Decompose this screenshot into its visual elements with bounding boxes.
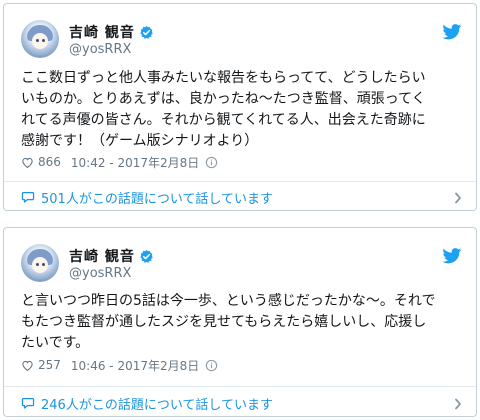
- chevron-right-icon[interactable]: [454, 192, 462, 204]
- tweet-timestamp[interactable]: 10:42 - 2017年2月8日: [71, 154, 199, 171]
- conversation-count[interactable]: 501人がこの話題について話しています: [41, 188, 273, 207]
- conversation-link[interactable]: 501人がこの話題について話しています: [21, 188, 273, 207]
- twitter-bird-icon[interactable]: [442, 248, 462, 264]
- like-count[interactable]: 257: [38, 358, 61, 372]
- tweet-card[interactable]: 吉崎 観音 @yosRRX ここ数日ずっと他人事みたいな報告をもらってて、どうし…: [3, 3, 477, 211]
- verified-badge-icon: [140, 249, 153, 263]
- tweet-text: ここ数日ずっと他人事みたいな報告をもらってて、どうしたらい いものか。とりあえず…: [21, 70, 426, 149]
- heart-icon[interactable]: [21, 156, 34, 169]
- divider: [4, 386, 476, 387]
- conversation-count[interactable]: 246人がこの話題について話しています: [41, 394, 273, 413]
- tweet-meta: 866 10:42 - 2017年2月8日: [21, 154, 218, 170]
- user-handle[interactable]: @yosRRX: [69, 42, 131, 57]
- display-name[interactable]: 吉崎 観音: [69, 246, 135, 266]
- tweet-header: 吉崎 観音 @yosRRX: [21, 20, 476, 68]
- info-icon[interactable]: [205, 359, 218, 372]
- info-icon[interactable]: [205, 156, 218, 169]
- tweet-header: 吉崎 観音 @yosRRX: [21, 244, 476, 292]
- user-handle[interactable]: @yosRRX: [69, 266, 131, 281]
- divider: [4, 181, 476, 182]
- heart-icon[interactable]: [21, 359, 34, 372]
- speech-bubble-icon: [21, 191, 35, 203]
- avatar[interactable]: [21, 20, 59, 58]
- tweet-text: と言いつつ昨日の5話は今一歩、という感じだったかな〜。それで もたつき監督が通し…: [21, 293, 436, 351]
- author-name-row[interactable]: 吉崎 観音: [69, 23, 154, 41]
- verified-badge-icon: [140, 25, 153, 39]
- author-name-row[interactable]: 吉崎 観音: [69, 247, 154, 265]
- tweet-meta: 257 10:46 - 2017年2月8日: [21, 357, 218, 373]
- twitter-bird-icon[interactable]: [442, 24, 462, 40]
- conversation-link[interactable]: 246人がこの話題について話しています: [21, 394, 273, 413]
- chevron-right-icon[interactable]: [454, 398, 462, 410]
- like-count[interactable]: 866: [38, 155, 61, 169]
- display-name[interactable]: 吉崎 観音: [69, 22, 135, 42]
- avatar[interactable]: [21, 244, 59, 282]
- tweet-timestamp[interactable]: 10:46 - 2017年2月8日: [71, 357, 199, 374]
- tweet-card[interactable]: 吉崎 観音 @yosRRX と言いつつ昨日の5話は今一歩、という感じだったかな〜…: [3, 227, 477, 417]
- speech-bubble-icon: [21, 397, 35, 409]
